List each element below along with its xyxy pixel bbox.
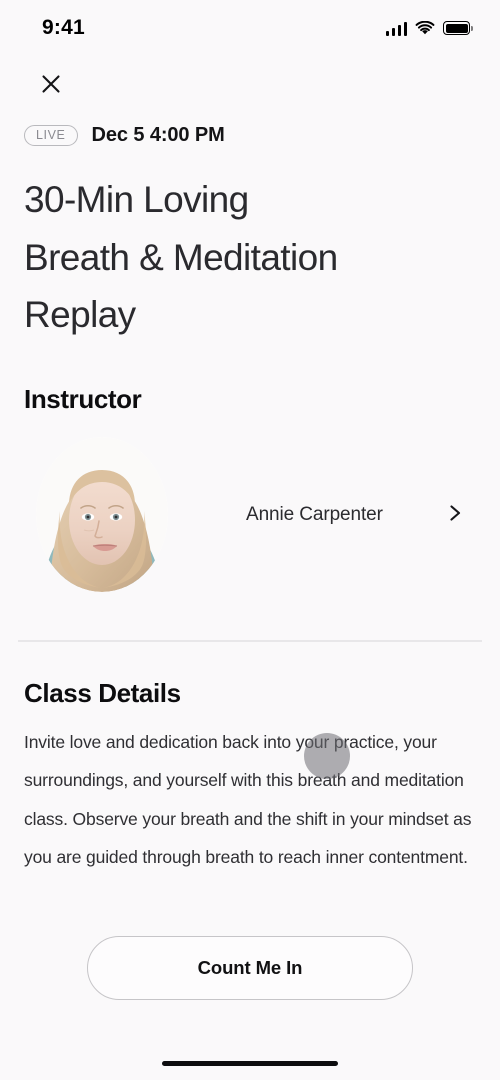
instructor-row[interactable]: Annie Carpenter bbox=[0, 415, 500, 593]
navigation-bar bbox=[0, 56, 500, 114]
battery-full-icon bbox=[443, 21, 473, 35]
page-title: 30-Min Loving Breath & Meditation Replay bbox=[24, 179, 338, 336]
status-bar-icons bbox=[385, 20, 473, 36]
count-me-in-button[interactable]: Count Me In bbox=[87, 936, 413, 1000]
class-meta-row: LIVE Dec 5 4:00 PM bbox=[0, 114, 500, 147]
cta-container: Count Me In bbox=[0, 936, 500, 1000]
status-bar: 9:41 bbox=[0, 0, 500, 56]
instructor-name: Annie Carpenter bbox=[246, 503, 383, 525]
instructor-detail-button[interactable] bbox=[440, 500, 470, 530]
live-badge: LIVE bbox=[24, 124, 78, 147]
class-details-scroll-area[interactable]: Invite love and dedication back into you… bbox=[0, 723, 500, 903]
chevron-right-icon bbox=[445, 503, 465, 526]
status-bar-time: 9:41 bbox=[42, 16, 85, 39]
instructor-section-heading: Instructor bbox=[24, 384, 142, 415]
class-details-body: Invite love and dedication back into you… bbox=[24, 731, 472, 868]
close-icon bbox=[39, 72, 63, 99]
close-button[interactable] bbox=[34, 68, 68, 102]
home-indicator[interactable] bbox=[162, 1060, 338, 1066]
instructor-avatar bbox=[36, 437, 168, 593]
cellular-signal-icon bbox=[385, 21, 407, 36]
class-datetime: Dec 5 4:00 PM bbox=[91, 124, 225, 146]
wifi-icon bbox=[415, 20, 435, 36]
class-details-heading: Class Details bbox=[24, 677, 181, 708]
